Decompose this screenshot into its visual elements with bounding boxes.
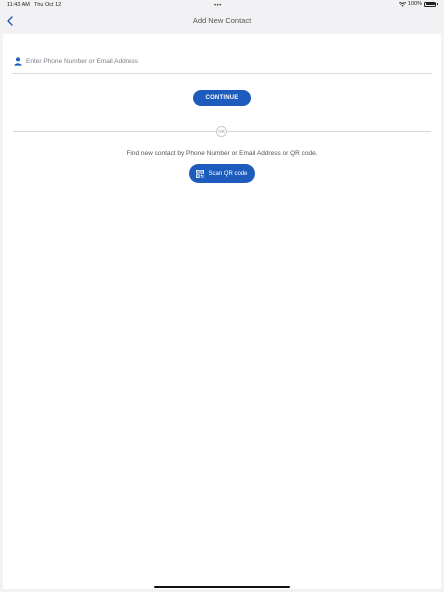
battery-icon: [424, 1, 436, 7]
battery-cap: [437, 3, 438, 5]
battery-percent: 100%: [407, 1, 422, 7]
home-indicator[interactable]: [154, 585, 290, 588]
status-bar: 11:43 AM Thu Oct 12 ••• 100%: [0, 0, 444, 10]
phone-email-input[interactable]: [26, 54, 432, 69]
status-indicators: 100%: [398, 1, 438, 7]
or-divider-badge: OR: [216, 126, 227, 137]
qr-code-icon: [196, 169, 205, 178]
scan-qr-button[interactable]: Scan QR code: [189, 164, 255, 183]
battery-fill: [425, 3, 435, 5]
status-time: 11:43 AM: [7, 2, 30, 8]
scan-qr-label: Scan QR code: [208, 170, 248, 177]
wifi-icon: [398, 1, 406, 7]
navigation-bar: Add New Contact: [0, 10, 444, 32]
content-card: CONTINUE OR Find new contact by Phone Nu…: [3, 34, 441, 589]
continue-button[interactable]: CONTINUE: [193, 90, 251, 106]
qr-hint-text: Find new contact by Phone Number or Emai…: [126, 150, 318, 157]
status-date: Thu Oct 12: [34, 2, 62, 8]
contact-input-row: [12, 51, 432, 74]
multitasking-dots[interactable]: •••: [214, 3, 222, 9]
person-icon: [14, 57, 22, 66]
page-title: Add New Contact: [192, 16, 252, 25]
